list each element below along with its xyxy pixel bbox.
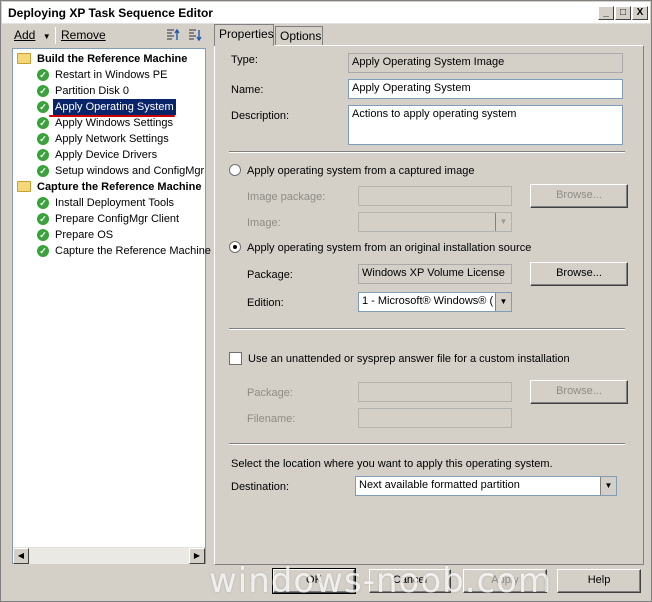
type-label: Type: [231,54,258,66]
folder-icon [17,53,31,64]
browse-package-button[interactable]: Browse... [530,262,628,286]
title-bar: Deploying XP Task Sequence Editor _ □ X [2,2,650,24]
success-check-icon: ✓ [37,213,49,225]
tree-group-label: Capture the Reference Machine [37,181,202,193]
properties-panel: Type: Apply Operating System Image Name:… [214,45,644,565]
scroll-right-icon[interactable]: ▶ [189,548,205,564]
browse-answer-package-button: Browse... [530,380,628,404]
add-button[interactable]: Add ▼ [14,28,51,42]
tree-item-label: Install Deployment Tools [55,197,175,209]
add-label: Add [14,28,36,42]
window-title: Deploying XP Task Sequence Editor [8,6,213,20]
horizontal-scrollbar[interactable]: ◀ ▶ [13,547,205,564]
tree-item-label: Restart in Windows PE [55,69,168,81]
tab-properties[interactable]: Properties [214,24,274,46]
success-check-icon: ✓ [37,197,49,209]
help-button[interactable]: Help [557,569,641,593]
edition-value: 1 - Microsoft® Windows® ( [362,295,494,307]
separator [229,151,625,153]
edition-dropdown[interactable]: 1 - Microsoft® Windows® ( ▼ [358,292,512,312]
remove-label: Remove [61,28,106,42]
image-package-label: Image package: [247,191,326,203]
chevron-down-icon: ▼ [495,213,511,231]
success-check-icon: ✓ [37,69,49,81]
image-package-field [358,186,512,206]
folder-icon [17,181,31,192]
answer-package-field [358,382,512,402]
success-check-icon: ✓ [37,133,49,145]
tree-item-label: Setup windows and ConfigMgr [55,165,205,177]
description-field[interactable]: Actions to apply operating system [348,105,623,145]
radio-captured-image[interactable] [229,164,241,176]
tree-item-label: Apply Network Settings [55,133,169,145]
tree-item-label: Prepare ConfigMgr Client [55,213,180,225]
answer-file-label: Use an unattended or sysprep answer file… [248,353,570,365]
tree-item-label: Apply Operating System [53,99,176,115]
scrollbar-track[interactable] [29,548,189,564]
location-instruction: Select the location where you want to ap… [231,458,553,470]
tree-item-label: Prepare OS [55,229,114,241]
image-label: Image: [247,217,281,229]
tree-group-label: Build the Reference Machine [37,53,188,65]
radio-original-source[interactable] [229,241,241,253]
ok-button[interactable]: OK [272,568,356,594]
separator [229,443,625,445]
browse-image-package-button: Browse... [530,184,628,208]
type-field: Apply Operating System Image [348,53,623,73]
chevron-down-icon[interactable]: ▼ [600,477,616,495]
tree-item-label: Apply Device Drivers [55,149,158,161]
toolbar: Add ▼ Remove [10,27,207,45]
name-label: Name: [231,84,264,96]
edition-label: Edition: [247,297,284,309]
radio-captured-label: Apply operating system from a captured i… [247,165,475,177]
answer-file-checkbox[interactable] [229,352,242,365]
answer-package-label: Package: [247,387,293,399]
filename-label: Filename: [247,413,296,425]
success-check-icon: ✓ [37,245,49,257]
annotation-underline [49,115,175,117]
success-check-icon: ✓ [37,229,49,241]
apply-button: Apply [463,569,547,593]
move-down-icon[interactable] [186,27,202,43]
description-label: Description: [231,110,290,122]
success-check-icon: ✓ [37,101,49,113]
radio-original-label: Apply operating system from an original … [247,242,532,254]
separator [229,328,625,330]
task-sequence-tree[interactable]: Build the Reference Machine ✓ Restart in… [12,48,211,564]
task-sequence-editor-window: Deploying XP Task Sequence Editor _ □ X … [0,0,652,602]
toolbar-separator [55,27,56,44]
image-dropdown: ▼ [358,212,512,232]
success-check-icon: ✓ [37,85,49,97]
tree-item-label: Partition Disk 0 [55,85,129,97]
tree-item-label: Apply Windows Settings [55,117,173,129]
chevron-down-icon: ▼ [42,32,51,41]
success-check-icon: ✓ [37,117,49,129]
tree-item-label: Capture the Reference Machine [55,245,211,257]
remove-button[interactable]: Remove [61,28,106,42]
name-field[interactable]: Apply Operating System [348,79,623,99]
package-field: Windows XP Volume License [358,264,512,284]
close-button[interactable]: X [632,6,648,20]
maximize-button[interactable]: □ [615,6,631,20]
minimize-button[interactable]: _ [598,6,614,20]
success-check-icon: ✓ [37,165,49,177]
filename-field [358,408,512,428]
destination-label: Destination: [231,481,290,493]
scroll-left-icon[interactable]: ◀ [13,548,29,564]
success-check-icon: ✓ [37,149,49,161]
tab-options[interactable]: Options [275,26,323,46]
destination-dropdown[interactable]: Next available formatted partition ▼ [355,476,617,496]
destination-value: Next available formatted partition [359,479,520,491]
cancel-button[interactable]: Cancel [369,569,451,593]
package-label: Package: [247,269,293,281]
chevron-down-icon[interactable]: ▼ [495,293,511,311]
move-up-icon[interactable] [164,27,180,43]
